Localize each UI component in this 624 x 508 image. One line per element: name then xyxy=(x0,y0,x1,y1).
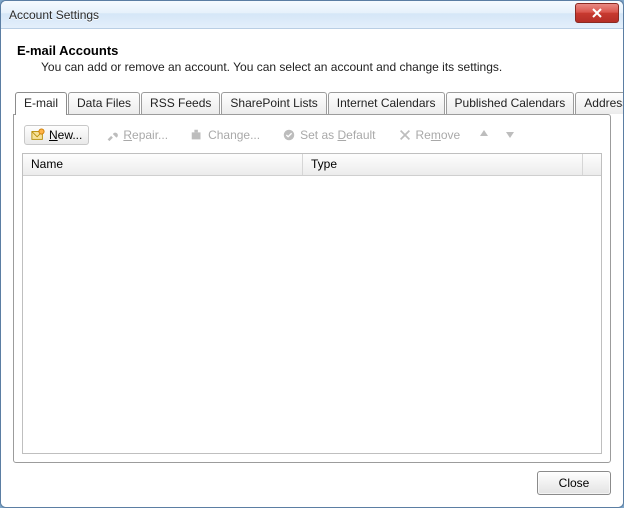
change-button: Change... xyxy=(184,126,266,144)
move-down-button xyxy=(502,126,518,145)
client-area: E-mail Accounts You can add or remove an… xyxy=(1,29,623,507)
tab-rss-feeds[interactable]: RSS Feeds xyxy=(141,92,220,114)
tab-label: Data Files xyxy=(77,96,131,110)
column-header-name[interactable]: Name xyxy=(23,154,303,175)
list-body[interactable] xyxy=(23,176,601,453)
set-default-button: Set as Default xyxy=(276,126,381,144)
arrow-down-icon xyxy=(504,128,516,140)
column-header-type[interactable]: Type xyxy=(303,154,583,175)
close-button-label: Close xyxy=(559,476,590,490)
remove-label: Remove xyxy=(416,128,461,142)
move-up-button xyxy=(476,126,492,145)
new-button[interactable]: New... xyxy=(24,125,89,145)
tab-internet-calendars[interactable]: Internet Calendars xyxy=(328,92,445,114)
account-settings-window: Account Settings E-mail Accounts You can… xyxy=(0,0,624,508)
tab-panel: New... Repair... Change... xyxy=(13,114,611,463)
tab-address-books[interactable]: Address Books xyxy=(575,92,624,114)
window-title: Account Settings xyxy=(9,8,99,22)
list-header: Name Type xyxy=(23,154,601,176)
tab-label: Address Books xyxy=(584,96,624,110)
tab-published-calendars[interactable]: Published Calendars xyxy=(446,92,575,114)
tab-sharepoint-lists[interactable]: SharePoint Lists xyxy=(221,92,326,114)
tab-label: RSS Feeds xyxy=(150,96,211,110)
remove-icon xyxy=(398,128,412,142)
column-header-spacer xyxy=(583,154,601,175)
tab-label: Published Calendars xyxy=(455,96,566,110)
close-icon xyxy=(591,7,603,19)
tab-data-files[interactable]: Data Files xyxy=(68,92,140,114)
tab-email[interactable]: E-mail xyxy=(15,92,67,115)
dialog-footer: Close xyxy=(13,463,611,495)
repair-button: Repair... xyxy=(99,126,174,144)
titlebar: Account Settings xyxy=(1,1,623,29)
change-icon xyxy=(190,128,204,142)
new-label: New... xyxy=(49,128,82,142)
set-default-label: Set as Default xyxy=(300,128,375,142)
page-heading: E-mail Accounts xyxy=(17,43,611,58)
page-subtext: You can add or remove an account. You ca… xyxy=(41,60,611,74)
close-window-button[interactable] xyxy=(575,3,619,23)
arrow-up-icon xyxy=(478,128,490,140)
close-button[interactable]: Close xyxy=(537,471,611,495)
tabstrip: E-mail Data Files RSS Feeds SharePoint L… xyxy=(13,92,611,114)
remove-button: Remove xyxy=(392,126,467,144)
change-label: Change... xyxy=(208,128,260,142)
tab-label: E-mail xyxy=(24,96,58,110)
mail-new-icon xyxy=(31,128,45,142)
repair-label: Repair... xyxy=(123,128,168,142)
tab-label: SharePoint Lists xyxy=(230,96,317,110)
tab-label: Internet Calendars xyxy=(337,96,436,110)
check-circle-icon xyxy=(282,128,296,142)
repair-icon xyxy=(105,128,119,142)
toolbar: New... Repair... Change... xyxy=(22,123,602,153)
accounts-list: Name Type xyxy=(22,153,602,454)
